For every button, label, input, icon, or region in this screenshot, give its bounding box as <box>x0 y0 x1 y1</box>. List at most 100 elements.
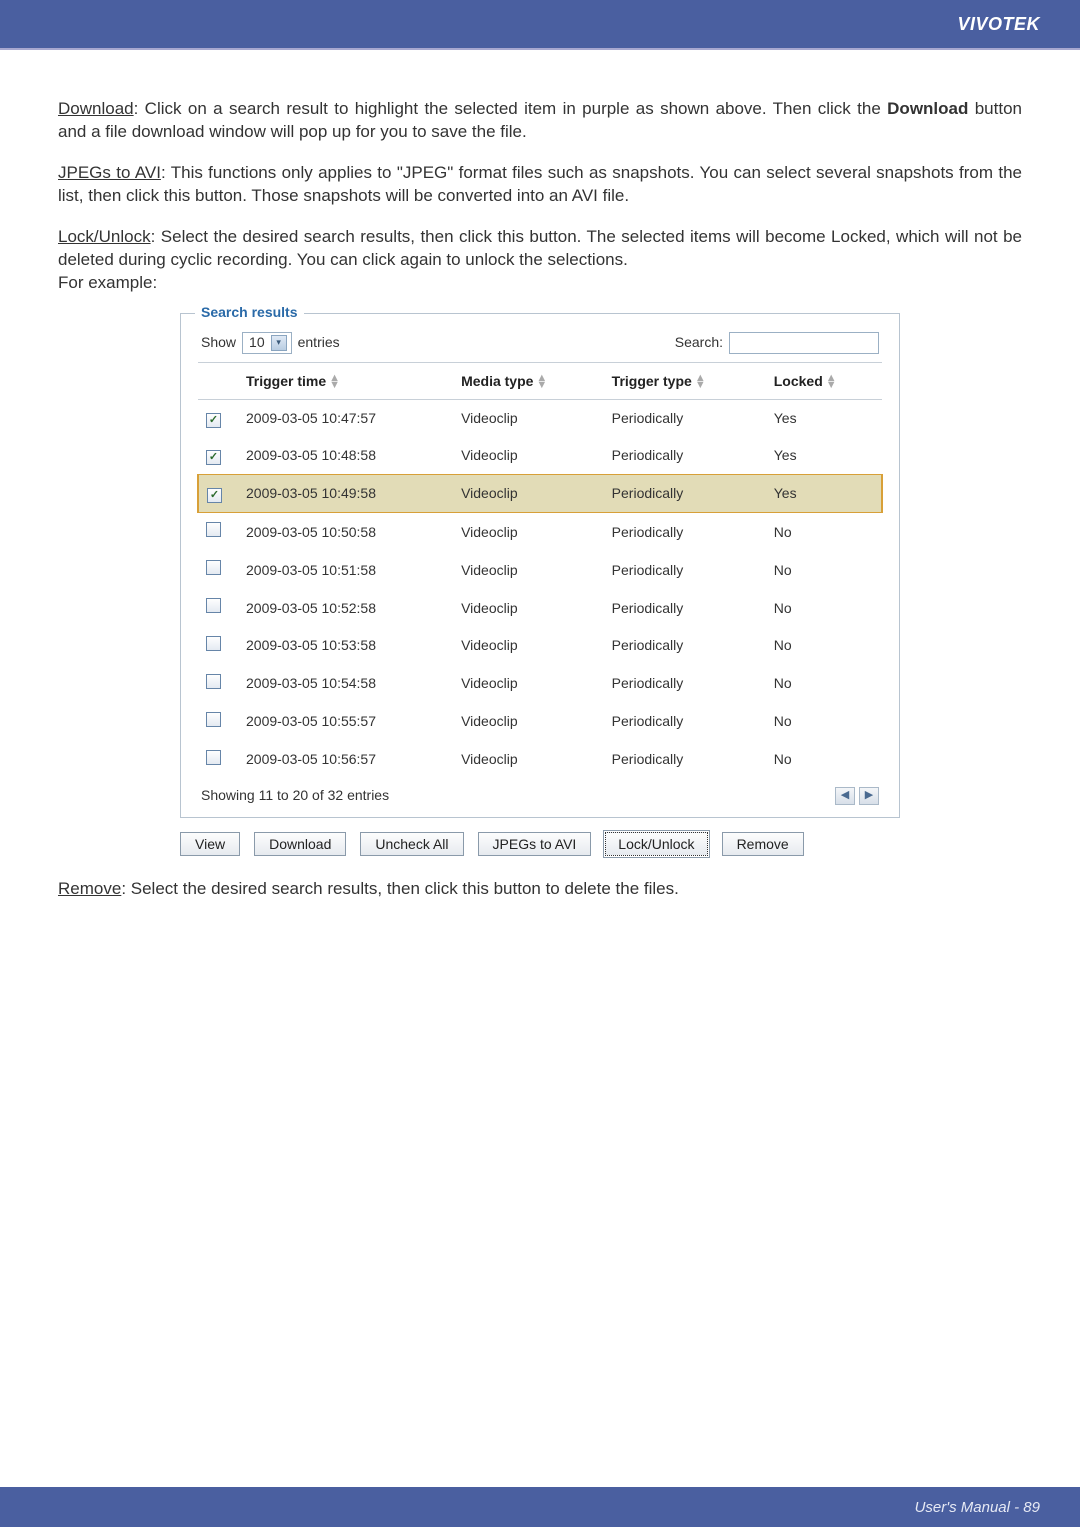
download-bold: Download <box>887 99 968 118</box>
row-checkbox[interactable] <box>206 674 221 689</box>
footer-text: User's Manual - 89 <box>915 1499 1040 1516</box>
row-checkbox[interactable] <box>206 750 221 765</box>
remove-label: Remove <box>58 879 121 898</box>
controls-row: Show 10 ▾ entries Search: <box>197 326 883 362</box>
jpegs-to-avi-button[interactable]: JPEGs to AVI <box>478 832 592 856</box>
uncheck-all-button[interactable]: Uncheck All <box>360 832 463 856</box>
cell-media-type: Videoclip <box>453 665 604 703</box>
pager: ◀ ▶ <box>835 787 879 805</box>
row-checkbox[interactable] <box>206 560 221 575</box>
cell-trigger-type: Periodically <box>604 741 766 779</box>
table-row[interactable]: 2009-03-05 10:50:58VideoclipPeriodically… <box>198 513 882 551</box>
col-locked[interactable]: Locked▲▼ <box>766 362 882 400</box>
cell-media-type: Videoclip <box>453 741 604 779</box>
cell-trigger-time: 2009-03-05 10:48:58 <box>238 437 453 474</box>
cell-trigger-time: 2009-03-05 10:56:57 <box>238 741 453 779</box>
text: : This functions only applies to "JPEG" … <box>58 163 1022 205</box>
showing-text: Showing 11 to 20 of 32 entries <box>201 786 389 805</box>
view-button[interactable]: View <box>180 832 240 856</box>
text: : Select the desired search results, the… <box>121 879 679 898</box>
next-page-button[interactable]: ▶ <box>859 787 879 805</box>
cell-trigger-type: Periodically <box>604 665 766 703</box>
table-row[interactable]: 2009-03-05 10:47:57VideoclipPeriodically… <box>198 400 882 437</box>
sort-icon: ▲▼ <box>695 375 706 388</box>
cell-checkbox <box>198 665 238 703</box>
cell-trigger-type: Periodically <box>604 513 766 551</box>
cell-locked: No <box>766 627 882 665</box>
cell-trigger-time: 2009-03-05 10:51:58 <box>238 551 453 589</box>
table-row[interactable]: 2009-03-05 10:49:58VideoclipPeriodically… <box>198 475 882 513</box>
entries-select[interactable]: 10 ▾ <box>242 332 292 354</box>
for-example: For example: <box>58 273 157 292</box>
sort-icon: ▲▼ <box>329 375 340 388</box>
col-media-type[interactable]: Media type▲▼ <box>453 362 604 400</box>
table-row[interactable]: 2009-03-05 10:52:58VideoclipPeriodically… <box>198 589 882 627</box>
download-label: Download <box>58 99 134 118</box>
panel-title: Search results <box>195 303 304 322</box>
cell-checkbox <box>198 437 238 474</box>
show-label: Show <box>201 333 236 352</box>
cell-trigger-type: Periodically <box>604 475 766 513</box>
row-checkbox[interactable] <box>206 636 221 651</box>
paragraph-download: Download: Click on a search result to hi… <box>58 98 1022 144</box>
table-row[interactable]: 2009-03-05 10:56:57VideoclipPeriodically… <box>198 741 882 779</box>
cell-media-type: Videoclip <box>453 627 604 665</box>
table-row[interactable]: 2009-03-05 10:48:58VideoclipPeriodically… <box>198 437 882 474</box>
row-checkbox[interactable] <box>206 450 221 465</box>
cell-locked: No <box>766 589 882 627</box>
row-checkbox[interactable] <box>206 413 221 428</box>
table-row[interactable]: 2009-03-05 10:51:58VideoclipPeriodically… <box>198 551 882 589</box>
prev-page-button[interactable]: ◀ <box>835 787 855 805</box>
cell-checkbox <box>198 589 238 627</box>
page-content: Download: Click on a search result to hi… <box>0 50 1080 901</box>
sort-icon: ▲▼ <box>536 375 547 388</box>
row-checkbox[interactable] <box>206 712 221 727</box>
header-label: Trigger type <box>612 373 692 389</box>
cell-trigger-time: 2009-03-05 10:54:58 <box>238 665 453 703</box>
row-checkbox[interactable] <box>207 488 222 503</box>
cell-locked: Yes <box>766 400 882 437</box>
search-results-panel: Search results Show 10 ▾ entries Search: <box>180 313 900 819</box>
cell-media-type: Videoclip <box>453 551 604 589</box>
panel-wrap: Search results Show 10 ▾ entries Search: <box>58 313 1022 857</box>
col-trigger-type[interactable]: Trigger type▲▼ <box>604 362 766 400</box>
cell-trigger-type: Periodically <box>604 627 766 665</box>
search-group: Search: <box>675 332 879 354</box>
table-row[interactable]: 2009-03-05 10:54:58VideoclipPeriodically… <box>198 665 882 703</box>
cell-locked: Yes <box>766 475 882 513</box>
paragraph-lock: Lock/Unlock: Select the desired search r… <box>58 226 1022 295</box>
text: : Select the desired search results, the… <box>58 227 1022 269</box>
table-row[interactable]: 2009-03-05 10:55:57VideoclipPeriodically… <box>198 703 882 741</box>
cell-locked: No <box>766 703 882 741</box>
header-label: Trigger time <box>246 373 326 389</box>
cell-locked: No <box>766 665 882 703</box>
cell-trigger-time: 2009-03-05 10:55:57 <box>238 703 453 741</box>
cell-trigger-type: Periodically <box>604 551 766 589</box>
table-header-row: Trigger time▲▼ Media type▲▼ Trigger type… <box>198 362 882 400</box>
col-trigger-time[interactable]: Trigger time▲▼ <box>238 362 453 400</box>
cell-checkbox <box>198 551 238 589</box>
cell-checkbox <box>198 400 238 437</box>
remove-button[interactable]: Remove <box>722 832 804 856</box>
row-checkbox[interactable] <box>206 598 221 613</box>
cell-locked: No <box>766 741 882 779</box>
cell-media-type: Videoclip <box>453 437 604 474</box>
cell-media-type: Videoclip <box>453 703 604 741</box>
entries-value: 10 <box>249 333 265 352</box>
jpegs-label: JPEGs to AVI <box>58 163 161 182</box>
search-input[interactable] <box>729 332 879 354</box>
cell-checkbox <box>198 703 238 741</box>
show-entries-group: Show 10 ▾ entries <box>201 332 340 354</box>
lock-unlock-button[interactable]: Lock/Unlock <box>605 832 707 856</box>
cell-trigger-type: Periodically <box>604 703 766 741</box>
chevron-down-icon: ▾ <box>271 335 287 351</box>
cell-trigger-time: 2009-03-05 10:52:58 <box>238 589 453 627</box>
cell-trigger-time: 2009-03-05 10:49:58 <box>238 475 453 513</box>
sort-icon: ▲▼ <box>826 375 837 388</box>
table-row[interactable]: 2009-03-05 10:53:58VideoclipPeriodically… <box>198 627 882 665</box>
footer-band: User's Manual - 89 <box>0 1487 1080 1527</box>
download-button[interactable]: Download <box>254 832 346 856</box>
row-checkbox[interactable] <box>206 522 221 537</box>
cell-trigger-time: 2009-03-05 10:53:58 <box>238 627 453 665</box>
cell-trigger-type: Periodically <box>604 589 766 627</box>
